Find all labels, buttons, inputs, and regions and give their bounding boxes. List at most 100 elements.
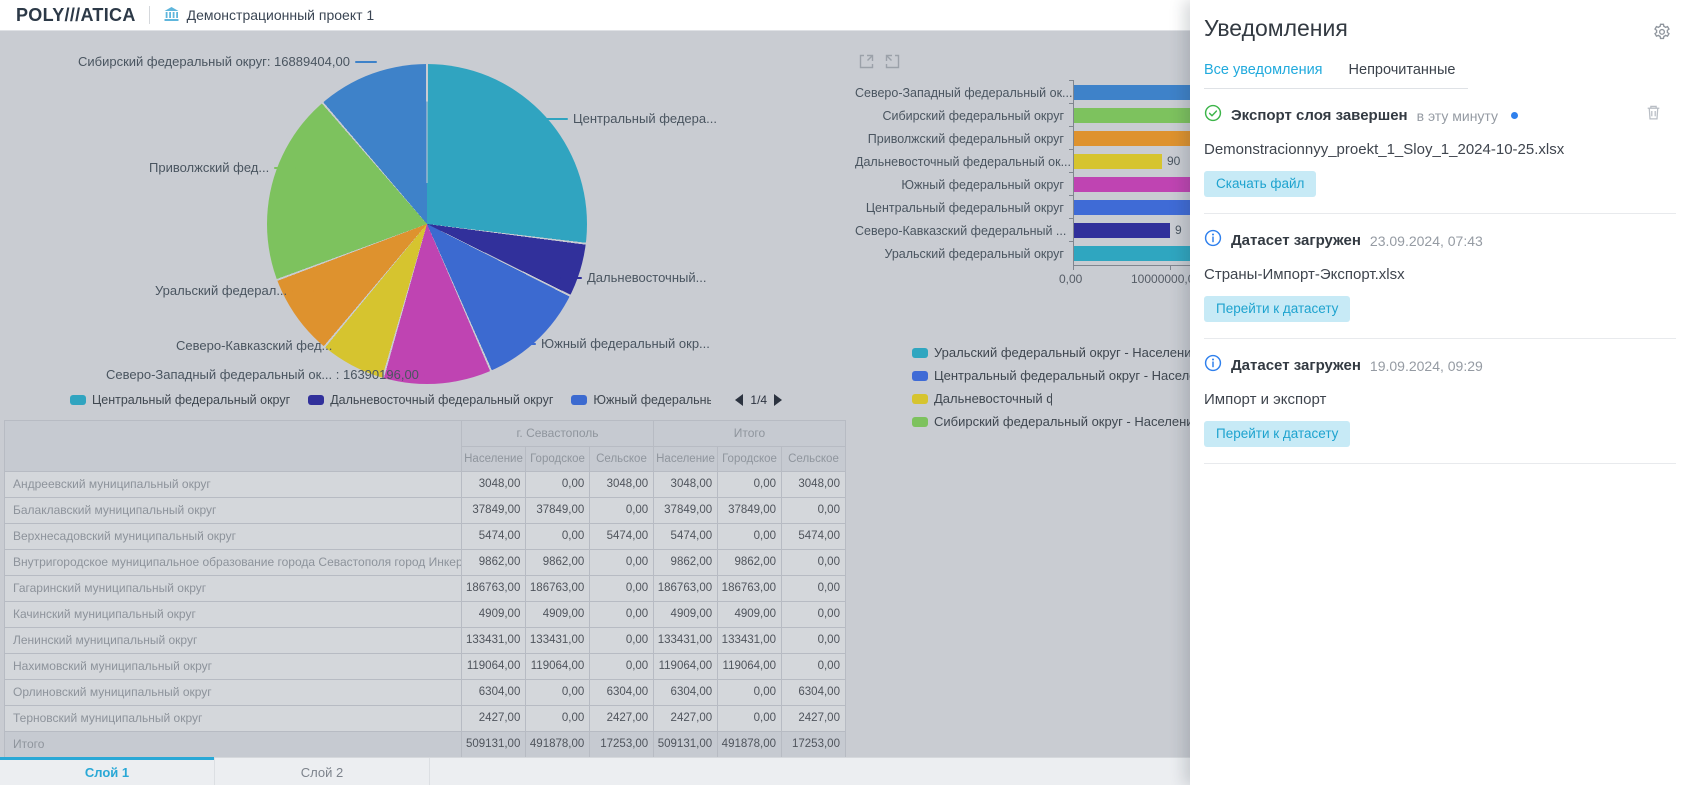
row-label-cell: Внутригородское муниципальное образовани… [5,550,462,576]
legend-item[interactable]: Центральный федеральный округ [70,393,290,407]
bar[interactable] [1074,246,1193,261]
value-cell: 186763,00 [526,576,590,602]
row-label-cell: Верхнесадовский муниципальный округ [5,524,462,550]
notification-item: Экспорт слоя завершенв эту минутуDemonst… [1204,89,1676,214]
value-cell: 9862,00 [718,550,782,576]
bar[interactable] [1074,85,1209,100]
legend-chip [912,371,928,381]
legend-page-indicator: 1/4 [750,393,767,407]
legend-chip [571,395,587,405]
value-cell: 133431,00 [718,628,782,654]
layer-tab-2[interactable]: Слой 2 [215,758,430,785]
notification-action-button[interactable]: Скачать файл [1204,171,1316,197]
value-cell: 37849,00 [526,498,590,524]
row-label-cell: Орлиновский муниципальный округ [5,680,462,706]
row-label-cell: Балаклавский муниципальный округ [5,498,462,524]
row-label-cell: Ленинский муниципальный округ [5,628,462,654]
value-cell: 0,00 [782,628,846,654]
notification-list: Экспорт слоя завершенв эту минутуDemonst… [1204,89,1676,464]
gear-icon[interactable] [1653,23,1671,46]
pie-label-text: Сибирский федеральный округ: 16889404,00 [78,54,350,69]
notifications-panel: Уведомления Все уведомления Непрочитанные… [1190,0,1690,785]
project-title: Демонстрационный проект 1 [187,7,375,23]
table-column-header: Сельское [590,447,654,472]
pie-label-line [337,345,359,347]
legend-item[interactable]: Дальневосточный федеральный округ - На [912,387,1196,410]
value-cell: 0,00 [782,550,846,576]
value-cell: 0,00 [590,550,654,576]
value-cell: 3048,00 [654,472,718,498]
value-cell: 0,00 [782,498,846,524]
legend-label: Сибирский федеральный округ - Населени [934,414,1194,429]
notification-header: Экспорт слоя завершенв эту минуту [1204,104,1676,127]
value-cell: 5474,00 [462,524,526,550]
value-cell: 9862,00 [654,550,718,576]
bar[interactable] [1074,154,1162,169]
table-row: Внутригородское муниципальное образовани… [5,550,846,576]
table-row: Орлиновский муниципальный округ6304,000,… [5,680,846,706]
table-row: Балаклавский муниципальный округ37849,00… [5,498,846,524]
value-cell: 0,00 [590,628,654,654]
notifications-tab[interactable]: Непрочитанные [1349,62,1456,78]
legend-chip [308,395,324,405]
notification-action-button[interactable]: Перейти к датасету [1204,421,1350,447]
reset-zone-icon[interactable] [884,53,901,75]
pie-label-text: Уральский федерал... [155,283,287,298]
polymatica-logo: POLY///ATICA [16,5,136,26]
legend-item[interactable]: Уральский федеральный округ - Населени [912,341,1196,364]
legend-chip [912,394,928,404]
value-cell: 0,00 [526,706,590,732]
value-cell: 37849,00 [718,498,782,524]
value-cell: 37849,00 [462,498,526,524]
value-cell: 0,00 [526,472,590,498]
value-cell: 0,00 [782,576,846,602]
legend-prev-icon[interactable] [735,394,743,406]
value-cell: 491878,00 [718,732,782,758]
value-cell: 3048,00 [782,472,846,498]
row-label-cell: Терновский муниципальный округ [5,706,462,732]
trash-icon[interactable] [1645,104,1662,127]
legend-item[interactable]: Центральный федеральный округ - Населе [912,364,1196,387]
value-cell: 133431,00 [654,628,718,654]
notification-action-button[interactable]: Перейти к датасету [1204,296,1350,322]
legend-pager: 1/4 [735,393,782,407]
value-cell: 133431,00 [526,628,590,654]
pie-label-text: Приволжский фед... [149,160,269,175]
value-cell: 186763,00 [718,576,782,602]
notifications-tab[interactable]: Все уведомления [1204,62,1323,78]
value-cell: 6304,00 [462,680,526,706]
value-cell: 2427,00 [462,706,526,732]
table-column-header: Городское [526,447,590,472]
value-cell: 509131,00 [462,732,526,758]
legend-label: Уральский федеральный округ - Населени [934,345,1191,360]
pie-label-text: Южный федеральный окр... [541,336,710,351]
table-row: Верхнесадовский муниципальный округ5474,… [5,524,846,550]
notification-header: Датасет загружен23.09.2024, 07:43 [1204,229,1676,252]
project-breadcrumb[interactable]: Демонстрационный проект 1 [163,6,375,25]
pie-label-text: Северо-Кавказский фед... [176,338,332,353]
value-cell: 17253,00 [782,732,846,758]
bar-category-label: Приволжский федеральный округ [855,132,1073,146]
bar[interactable] [1074,223,1170,238]
table-row: Качинский муниципальный округ4909,004909… [5,602,846,628]
table-row: Нахимовский муниципальный округ119064,00… [5,654,846,680]
value-cell: 37849,00 [654,498,718,524]
legend-item[interactable]: Южный федеральный [571,393,711,407]
layer-tab-1[interactable]: Слой 1 [0,758,215,785]
check-circle-icon [1204,104,1231,127]
legend-item[interactable]: Дальневосточный федеральный округ [308,393,553,407]
legend-item[interactable]: Сибирский федеральный округ - Населени [912,410,1196,433]
row-label-cell: Итого [5,732,462,758]
table-row: Гагаринский муниципальный округ186763,00… [5,576,846,602]
legend-chip [912,417,928,427]
select-zone-icon[interactable] [858,53,875,75]
notification-time: в эту минуту [1417,108,1498,124]
bar-category-label: Сибирский федеральный округ [855,109,1073,123]
value-cell: 0,00 [590,602,654,628]
value-cell: 186763,00 [462,576,526,602]
pie-label-line [514,343,536,345]
panel-title: Уведомления [1204,15,1676,42]
pie-slice-label: Северо-Кавказский фед... [176,338,359,353]
legend-next-icon[interactable] [774,394,782,406]
info-circle-icon [1204,229,1231,252]
